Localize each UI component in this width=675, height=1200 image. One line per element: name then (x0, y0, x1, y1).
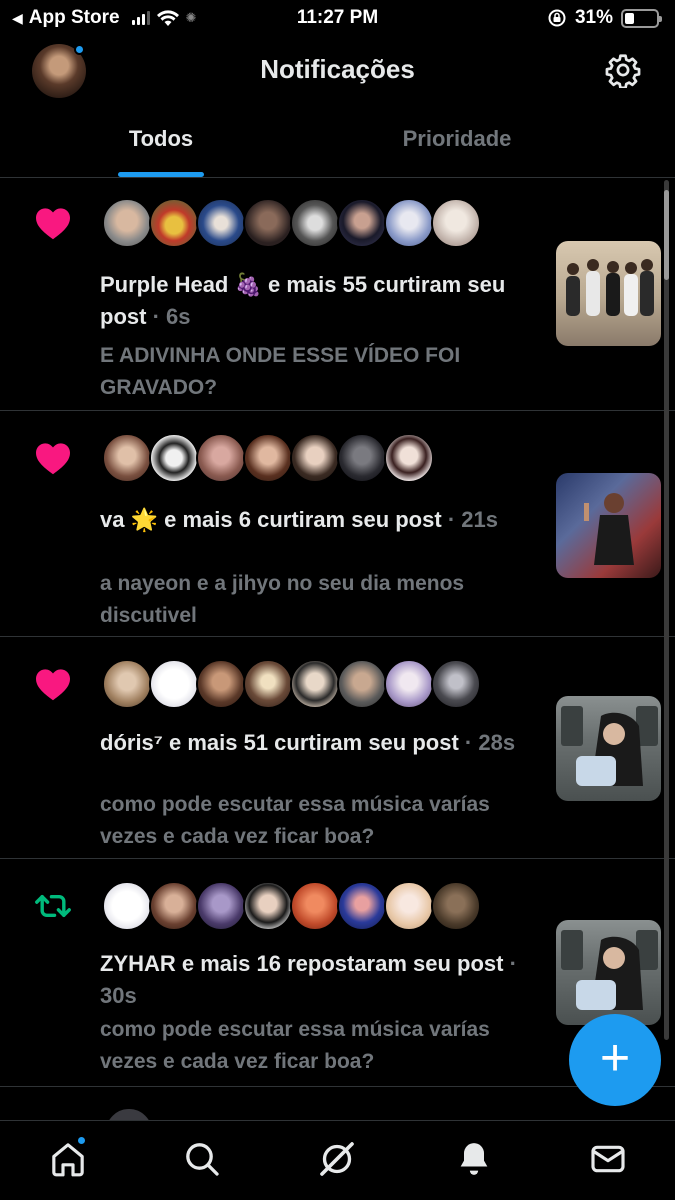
heart-icon (36, 208, 70, 240)
avatar[interactable] (337, 433, 387, 483)
actor-name[interactable]: dóris⁷ (100, 730, 163, 755)
page-title: Notificações (260, 54, 415, 84)
thumbnail-figures (566, 259, 654, 316)
avatar[interactable] (337, 881, 387, 931)
action-text: e mais 6 curtiram seu post (158, 507, 442, 532)
avatar[interactable] (149, 881, 199, 931)
actor-name[interactable]: va (100, 507, 124, 532)
header: Notificações (0, 36, 675, 106)
timestamp: 28s (478, 730, 516, 755)
tab-todos[interactable]: Todos (0, 126, 322, 152)
bottom-nav (0, 1120, 675, 1200)
home-unread-dot (76, 1135, 87, 1146)
heart-icon (36, 669, 70, 701)
avatar[interactable] (196, 198, 246, 248)
tab-prioridade[interactable]: Prioridade (322, 126, 592, 152)
repost-icon (35, 895, 71, 917)
scrollbar[interactable] (664, 180, 669, 1040)
avatar[interactable] (290, 433, 340, 483)
avatar[interactable] (384, 881, 434, 931)
post-thumbnail[interactable] (556, 473, 661, 578)
mail-icon[interactable] (588, 1139, 628, 1179)
avatar[interactable] (431, 198, 481, 248)
actor-emoji: 🍇 (234, 272, 262, 297)
avatar[interactable] (243, 433, 293, 483)
status-bar: ◀ App Store ✺ 11:27 PM 31% (0, 0, 675, 36)
thumbnail-figure (561, 706, 658, 786)
timestamp: 21s (461, 507, 498, 532)
notification-item[interactable]: Purple Head 🍇 e mais 55 curtiram seu pos… (0, 178, 675, 411)
notification-text: va 🌟 e mais 6 curtiram seu post · 21s (100, 507, 498, 532)
actor-name[interactable]: Purple Head (100, 272, 228, 297)
thumbnail-figure (561, 930, 658, 1010)
grok-icon[interactable] (317, 1139, 357, 1179)
liker-avatars (102, 433, 434, 483)
avatar[interactable] (196, 433, 246, 483)
post-thumbnail[interactable] (556, 696, 661, 801)
avatar[interactable] (384, 433, 434, 483)
avatar[interactable] (243, 881, 293, 931)
avatar[interactable] (243, 198, 293, 248)
post-snippet: a nayeon e a jihyo no seu dia menos disc… (100, 572, 465, 627)
avatar[interactable] (102, 659, 152, 709)
avatar[interactable] (337, 659, 387, 709)
rotation-lock-icon (548, 9, 566, 27)
timestamp: 30s (100, 983, 137, 1008)
avatar[interactable] (290, 659, 340, 709)
tab-bar: Todos Prioridade (0, 106, 675, 178)
post-snippet: como pode escutar essa música varías vez… (100, 793, 490, 848)
thumbnail-figure (584, 493, 634, 565)
notification-text: dóris⁷ e mais 51 curtiram seu post · 28s (100, 730, 516, 755)
avatar[interactable] (102, 433, 152, 483)
avatar[interactable] (196, 881, 246, 931)
avatar[interactable] (431, 881, 481, 931)
gear-icon[interactable] (605, 52, 641, 88)
avatar[interactable] (290, 198, 340, 248)
timestamp: 6s (166, 304, 191, 329)
post-thumbnail[interactable] (556, 920, 661, 1025)
avatar[interactable] (149, 659, 199, 709)
liker-avatars (102, 659, 481, 709)
notification-text: Purple Head 🍇 e mais 55 curtiram seu pos… (100, 272, 506, 329)
notification-item[interactable]: dóris⁷ e mais 51 curtiram seu post · 28s… (0, 637, 675, 859)
avatar[interactable] (243, 659, 293, 709)
liker-avatars (102, 198, 481, 248)
avatar[interactable] (102, 881, 152, 931)
avatar[interactable] (431, 659, 481, 709)
avatar[interactable] (384, 198, 434, 248)
post-thumbnail[interactable] (556, 241, 661, 346)
avatar[interactable] (196, 659, 246, 709)
notification-text: ZYHAR e mais 16 repostaram seu post · 30… (100, 951, 517, 1008)
battery-icon (621, 8, 662, 28)
bell-icon[interactable] (454, 1139, 494, 1179)
avatar[interactable] (149, 433, 199, 483)
post-snippet: como pode escutar essa música varías vez… (100, 1018, 490, 1073)
reposter-avatars (102, 881, 481, 931)
avatar[interactable] (149, 198, 199, 248)
action-text: e mais 16 repostaram seu post (175, 951, 504, 976)
search-icon[interactable] (182, 1139, 222, 1179)
notification-item[interactable]: va 🌟 e mais 6 curtiram seu post · 21s a … (0, 411, 675, 637)
action-text: e mais 51 curtiram seu post (162, 730, 459, 755)
actor-emoji: 🌟 (130, 507, 159, 532)
compose-button[interactable]: + (569, 1014, 661, 1106)
avatar[interactable] (337, 198, 387, 248)
avatar[interactable] (290, 881, 340, 931)
actor-name[interactable]: ZYHAR (100, 951, 176, 976)
battery-percent: 31% (574, 7, 613, 28)
avatar[interactable] (384, 659, 434, 709)
avatar[interactable] (102, 198, 152, 248)
post-snippet: E ADIVINHA ONDE ESSE VÍDEO FOI GRAVADO? (100, 344, 461, 399)
active-tab-indicator (118, 172, 204, 177)
heart-icon (36, 443, 70, 475)
